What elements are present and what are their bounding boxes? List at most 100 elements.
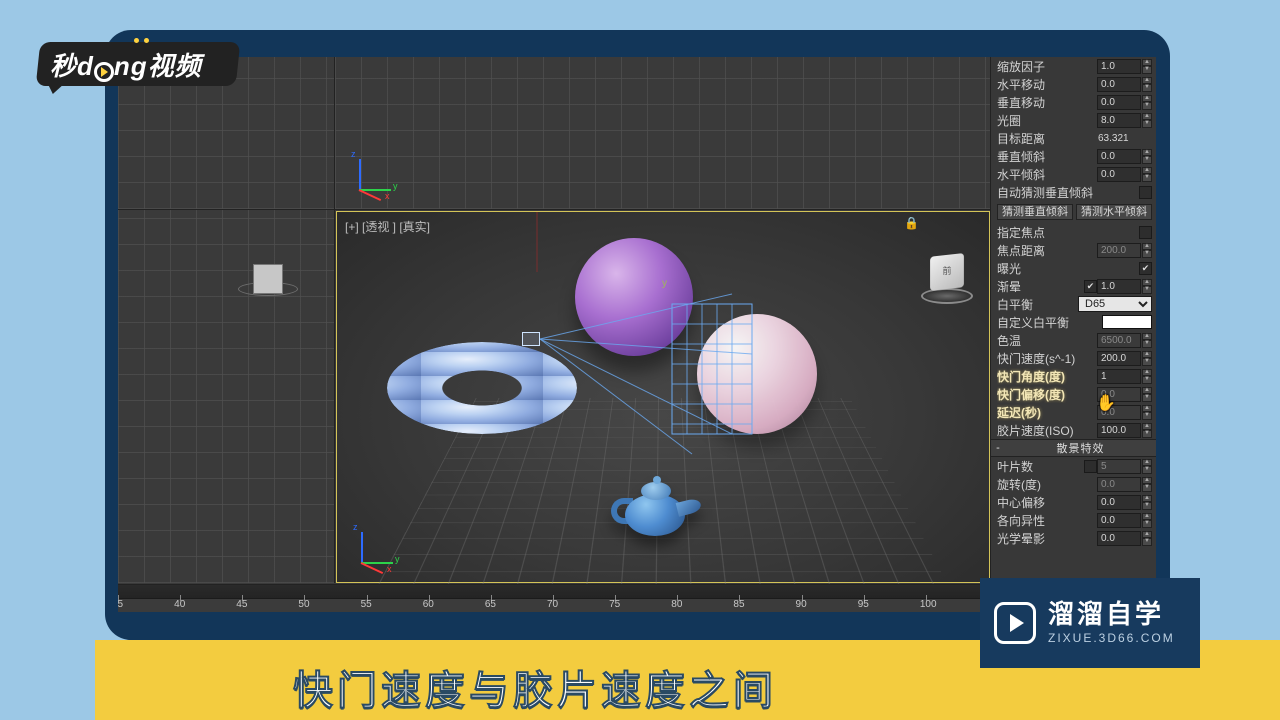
section-header[interactable]: -散景特效 xyxy=(991,439,1156,457)
spinner-buttons[interactable]: ▲▼ xyxy=(1142,59,1152,74)
spinner-value[interactable]: 0.0 xyxy=(1097,477,1141,492)
spinner-down-icon[interactable]: ▼ xyxy=(1142,430,1152,438)
spinner-value[interactable]: 100.0 xyxy=(1097,423,1141,438)
spinner-down-icon[interactable]: ▼ xyxy=(1142,538,1152,546)
spinner[interactable]: 0.0▲▼ xyxy=(1097,404,1152,420)
spinner-value[interactable]: 1.0 xyxy=(1097,279,1141,294)
spinner-down-icon[interactable]: ▼ xyxy=(1142,394,1152,402)
spinner[interactable]: 0.0▲▼ xyxy=(1097,148,1152,164)
lock-icon[interactable]: 🔒 xyxy=(904,216,919,230)
spinner-down-icon[interactable]: ▼ xyxy=(1142,376,1152,384)
spinner[interactable]: 100.0▲▼ xyxy=(1097,422,1152,438)
spinner-value[interactable]: 0.0 xyxy=(1097,167,1141,182)
viewport-label[interactable]: [+] [透视 ] [真实] xyxy=(345,218,430,235)
checkbox[interactable] xyxy=(1084,460,1097,473)
spinner-up-icon[interactable]: ▲ xyxy=(1142,477,1152,485)
spinner-buttons[interactable]: ▲▼ xyxy=(1142,149,1152,164)
checkbox[interactable] xyxy=(1139,262,1152,275)
checkbox[interactable] xyxy=(1084,280,1097,293)
spinner[interactable]: 6500.0▲▼ xyxy=(1097,332,1152,348)
spinner[interactable]: 1.0▲▼ xyxy=(1097,278,1152,294)
spinner[interactable]: 0.0▲▼ xyxy=(1097,530,1152,546)
spinner-buttons[interactable]: ▲▼ xyxy=(1142,167,1152,182)
spinner-value[interactable]: 0.0 xyxy=(1097,95,1141,110)
spinner-up-icon[interactable]: ▲ xyxy=(1142,513,1152,521)
spinner-buttons[interactable]: ▲▼ xyxy=(1142,113,1152,128)
spinner-buttons[interactable]: ▲▼ xyxy=(1142,531,1152,546)
spinner-up-icon[interactable]: ▲ xyxy=(1142,149,1152,157)
spinner-value[interactable]: 0.0 xyxy=(1097,513,1141,528)
viewcube[interactable]: 前 xyxy=(917,246,977,306)
color-swatch[interactable] xyxy=(1102,315,1152,329)
guess-vertical-tilt-button[interactable]: 猜测垂直倾斜 xyxy=(997,204,1073,220)
spinner-down-icon[interactable]: ▼ xyxy=(1142,250,1152,258)
spinner[interactable]: 0.0▲▼ xyxy=(1097,494,1152,510)
spinner-up-icon[interactable]: ▲ xyxy=(1142,95,1152,103)
spinner-up-icon[interactable]: ▲ xyxy=(1142,459,1152,467)
spinner-up-icon[interactable]: ▲ xyxy=(1142,405,1152,413)
checkbox[interactable] xyxy=(1139,226,1152,239)
spinner-down-icon[interactable]: ▼ xyxy=(1142,174,1152,182)
spinner-down-icon[interactable]: ▼ xyxy=(1142,156,1152,164)
object-sphere-pink[interactable] xyxy=(697,314,817,434)
spinner-value[interactable]: 6500.0 xyxy=(1097,333,1141,348)
spinner-value[interactable]: 200.0 xyxy=(1097,243,1141,258)
checkbox[interactable] xyxy=(1139,186,1152,199)
object-teapot[interactable] xyxy=(607,476,701,548)
spinner-buttons[interactable]: ▲▼ xyxy=(1142,513,1152,528)
spinner-up-icon[interactable]: ▲ xyxy=(1142,59,1152,67)
spinner[interactable]: 0.0▲▼ xyxy=(1097,94,1152,110)
white-balance-select[interactable]: D65 xyxy=(1078,296,1152,312)
viewport-perspective[interactable]: y [+] [透视 ] [真实] 🔒 前 zyx xyxy=(336,211,990,583)
spinner[interactable]: 0.0▲▼ xyxy=(1097,76,1152,92)
collapse-icon[interactable]: - xyxy=(991,442,1005,454)
spinner[interactable]: 1▲▼ xyxy=(1097,368,1152,384)
spinner-value[interactable]: 1.0 xyxy=(1097,59,1141,74)
spinner-up-icon[interactable]: ▲ xyxy=(1142,351,1152,359)
spinner-buttons[interactable]: ▲▼ xyxy=(1142,369,1152,384)
spinner-down-icon[interactable]: ▼ xyxy=(1142,84,1152,92)
spinner-down-icon[interactable]: ▼ xyxy=(1142,102,1152,110)
viewport-bottom-left[interactable] xyxy=(118,210,335,583)
spinner-buttons[interactable]: ▲▼ xyxy=(1142,459,1152,474)
spinner-up-icon[interactable]: ▲ xyxy=(1142,423,1152,431)
spinner-up-icon[interactable]: ▲ xyxy=(1142,279,1152,287)
spinner[interactable]: 0.0▲▼ xyxy=(1097,476,1152,492)
spinner-up-icon[interactable]: ▲ xyxy=(1142,77,1152,85)
spinner-down-icon[interactable]: ▼ xyxy=(1142,358,1152,366)
spinner-up-icon[interactable]: ▲ xyxy=(1142,369,1152,377)
spinner-buttons[interactable]: ▲▼ xyxy=(1142,95,1152,110)
viewport-top-right[interactable]: zyx xyxy=(335,57,990,210)
spinner[interactable]: 8.0▲▼ xyxy=(1097,112,1152,128)
spinner-value[interactable]: 5 xyxy=(1097,459,1141,474)
spinner-value[interactable]: 1 xyxy=(1097,369,1141,384)
spinner[interactable]: 200.0▲▼ xyxy=(1097,242,1152,258)
spinner-down-icon[interactable]: ▼ xyxy=(1142,66,1152,74)
spinner-value[interactable]: 200.0 xyxy=(1097,351,1141,366)
spinner[interactable]: 0.0▲▼ xyxy=(1097,386,1152,402)
spinner[interactable]: 0.0▲▼ xyxy=(1097,166,1152,182)
spinner-value[interactable]: 0.0 xyxy=(1097,77,1141,92)
object-torus[interactable] xyxy=(387,342,577,434)
spinner[interactable]: 1.0▲▼ xyxy=(1097,58,1152,74)
spinner-up-icon[interactable]: ▲ xyxy=(1142,531,1152,539)
spinner-value[interactable]: 0.0 xyxy=(1097,149,1141,164)
spinner-buttons[interactable]: ▲▼ xyxy=(1142,477,1152,492)
spinner-buttons[interactable]: ▲▼ xyxy=(1142,77,1152,92)
guess-horizontal-tilt-button[interactable]: 猜测水平倾斜 xyxy=(1076,204,1152,220)
spinner-up-icon[interactable]: ▲ xyxy=(1142,167,1152,175)
spinner-buttons[interactable]: ▲▼ xyxy=(1142,279,1152,294)
spinner[interactable]: 5▲▼ xyxy=(1097,458,1152,474)
spinner-up-icon[interactable]: ▲ xyxy=(1142,333,1152,341)
spinner-buttons[interactable]: ▲▼ xyxy=(1142,351,1152,366)
spinner-value[interactable]: 0.0 xyxy=(1097,405,1141,420)
spinner-up-icon[interactable]: ▲ xyxy=(1142,495,1152,503)
spinner-value[interactable]: 0.0 xyxy=(1097,495,1141,510)
spinner-down-icon[interactable]: ▼ xyxy=(1142,286,1152,294)
spinner-value[interactable]: 0.0 xyxy=(1097,387,1141,402)
spinner-down-icon[interactable]: ▼ xyxy=(1142,340,1152,348)
spinner-down-icon[interactable]: ▼ xyxy=(1142,484,1152,492)
spinner[interactable]: 0.0▲▼ xyxy=(1097,512,1152,528)
spinner-up-icon[interactable]: ▲ xyxy=(1142,243,1152,251)
spinner-down-icon[interactable]: ▼ xyxy=(1142,502,1152,510)
